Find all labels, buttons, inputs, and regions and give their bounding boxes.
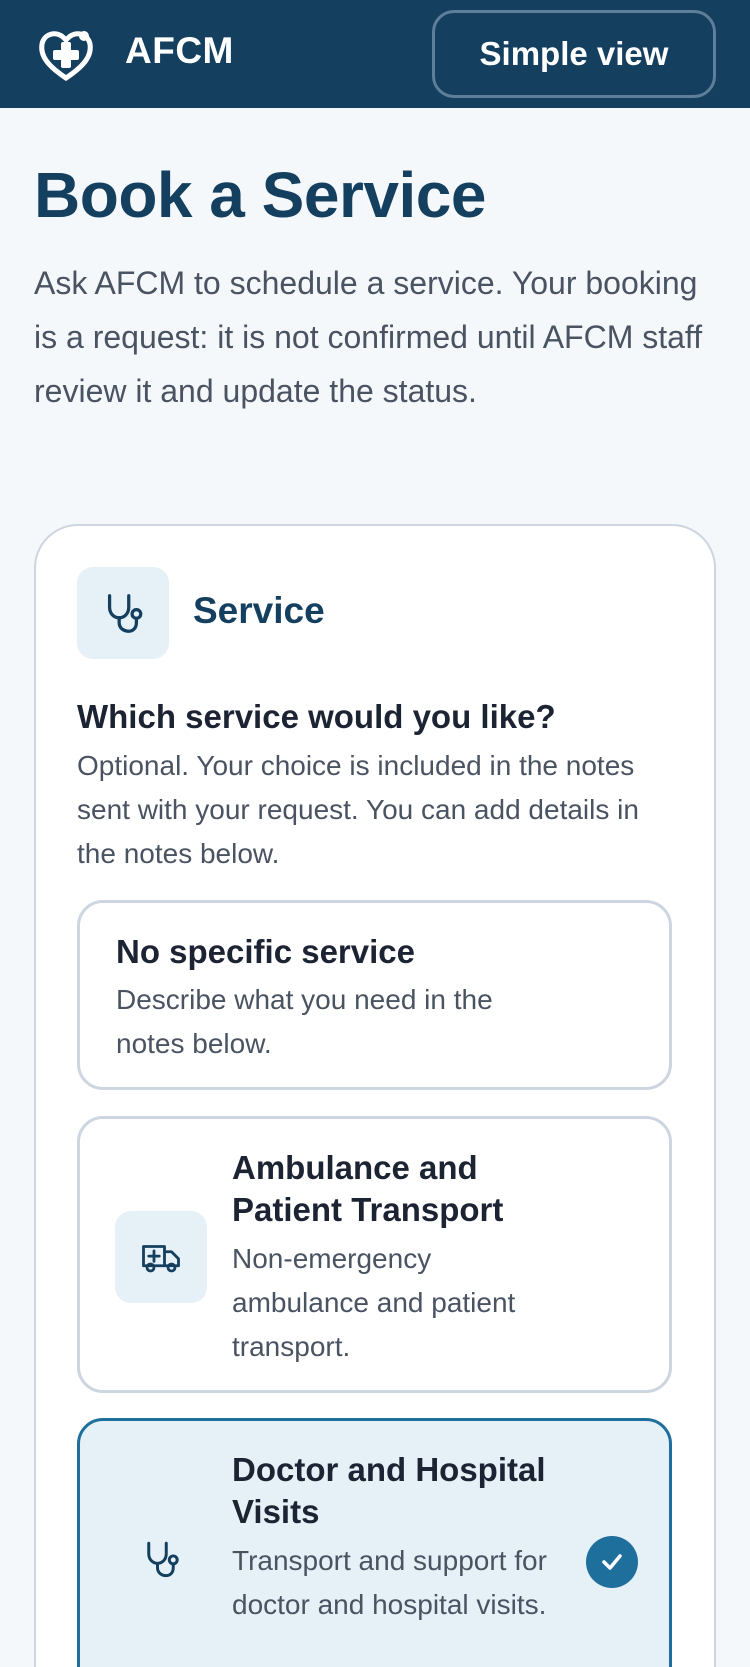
option-title: No specific service bbox=[116, 933, 415, 970]
section-title: Service bbox=[193, 590, 325, 631]
brand-name: AFCM bbox=[125, 30, 234, 71]
top-bar: AFCM Simple view bbox=[0, 0, 750, 108]
afcm-logo-icon[interactable] bbox=[34, 22, 98, 86]
stethoscope-icon bbox=[77, 567, 169, 659]
ambulance-icon bbox=[115, 1211, 207, 1303]
option-title: Doctor and Hospital Visits bbox=[232, 1451, 546, 1530]
stethoscope-icon bbox=[115, 1513, 207, 1605]
checkmark-icon bbox=[586, 1536, 638, 1588]
option-description: Non-emergency ambulance and patient tran… bbox=[232, 1243, 516, 1362]
option-description: Describe what you need in the notes belo… bbox=[116, 984, 493, 1059]
service-option-ambulance[interactable]: Ambulance and Patient Transport Non-emer… bbox=[77, 1116, 672, 1393]
option-title: Ambulance and Patient Transport bbox=[232, 1149, 504, 1228]
option-description: Transport and support for doctor and hos… bbox=[232, 1545, 547, 1620]
service-option-none[interactable]: No specific service Describe what you ne… bbox=[77, 900, 672, 1090]
simple-view-button[interactable]: Simple view bbox=[432, 10, 716, 98]
service-question: Which service would you like? bbox=[77, 698, 556, 735]
page-intro: Ask AFCM to schedule a service. Your boo… bbox=[34, 265, 703, 409]
service-option-doctor-hospital[interactable]: Doctor and Hospital Visits Transport and… bbox=[77, 1418, 672, 1667]
page-title: Book a Service bbox=[34, 159, 486, 231]
service-help-text: Optional. Your choice is included in the… bbox=[77, 750, 639, 869]
